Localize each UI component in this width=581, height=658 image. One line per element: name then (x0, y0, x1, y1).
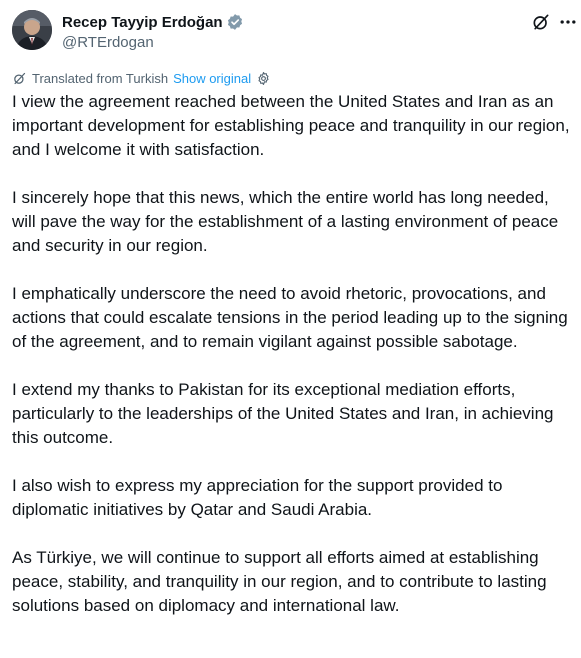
translated-from-label: Translated from Turkish (32, 70, 169, 86)
display-name[interactable]: Recep Tayyip Erdoğan (62, 14, 223, 31)
gear-icon[interactable] (256, 71, 271, 86)
grok-icon[interactable] (531, 12, 551, 32)
show-original-link[interactable]: Show original (173, 71, 251, 86)
more-options-icon[interactable] (558, 12, 578, 32)
tweet-header: Recep Tayyip Erdoğan @RTErdogan (12, 10, 576, 56)
tweet-paragraph: As Türkiye, we will continue to support … (12, 548, 547, 615)
translation-bar: Translated from Turkish Show original (12, 69, 271, 87)
tweet-paragraph: I view the agreement reached between the… (12, 92, 570, 159)
avatar[interactable] (12, 10, 52, 50)
tweet-paragraph: I sincerely hope that this news, which t… (12, 188, 559, 255)
translate-icon (12, 71, 27, 86)
tweet-paragraph: I also wish to express my appreciation f… (12, 476, 503, 519)
user-handle[interactable]: @RTErdogan (62, 34, 244, 51)
tweet-paragraph: I extend my thanks to Pakistan for its e… (12, 380, 554, 447)
tweet-paragraph: I emphatically underscore the need to av… (12, 284, 568, 351)
tweet-text: I view the agreement reached between the… (12, 90, 572, 618)
name-row: Recep Tayyip Erdoğan (62, 12, 244, 32)
avatar-image (12, 10, 52, 50)
verified-badge-icon[interactable] (226, 13, 244, 31)
author-info: Recep Tayyip Erdoğan @RTErdogan (62, 12, 244, 51)
